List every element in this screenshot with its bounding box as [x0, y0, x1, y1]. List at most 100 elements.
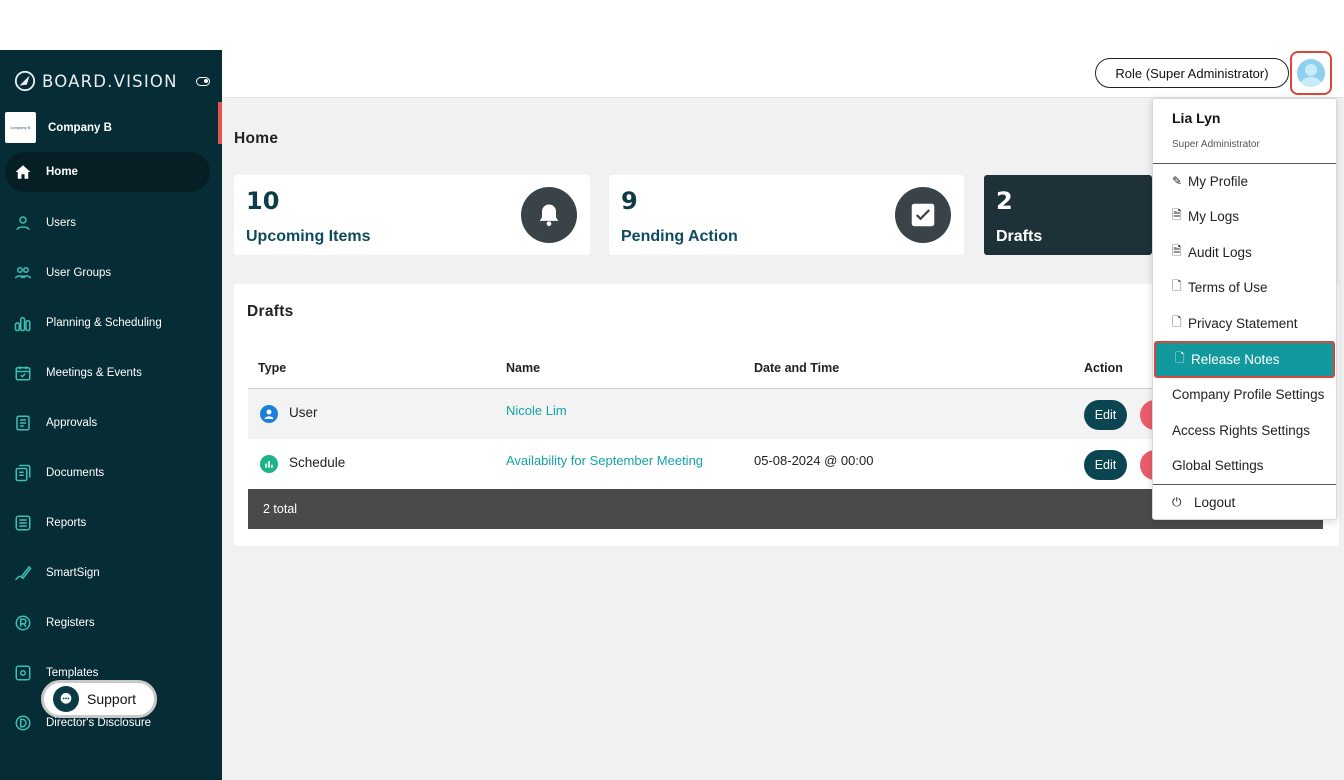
column-header-name[interactable]: Name — [506, 361, 540, 375]
sidebar-item-label: Director's Disclosure — [46, 717, 152, 729]
stat-card-pending[interactable]: 9 Pending Action — [609, 175, 964, 255]
role-selector[interactable]: Role (Super Administrator) — [1095, 58, 1289, 88]
menu-item-privacy[interactable]: 🗋 Privacy Statement — [1153, 306, 1336, 340]
sidebar-item-label: Approvals — [46, 417, 98, 429]
sidebar-item-label: Registers — [46, 617, 95, 629]
menu-item-access-rights-settings[interactable]: Access Rights Settings — [1153, 413, 1336, 447]
board-vision-logo-icon — [14, 70, 36, 92]
sidebar-item-registers[interactable]: Registers — [0, 603, 222, 643]
menu-item-terms[interactable]: 🗋 Terms of Use — [1153, 270, 1336, 304]
row-type: Schedule — [289, 455, 346, 470]
menu-item-label: Global Settings — [1172, 457, 1264, 473]
support-label: Support — [87, 691, 137, 707]
sidebar-item-label: SmartSign — [46, 567, 100, 579]
sidebar-item-users[interactable]: Users — [0, 203, 222, 243]
page-title: Home — [234, 130, 279, 147]
company-switcher[interactable]: company B Company B — [5, 112, 112, 143]
stat-card-drafts[interactable]: 2 Drafts — [984, 175, 1152, 255]
menu-item-my-logs[interactable]: 🗎 My Logs — [1153, 199, 1336, 233]
sidebar-item-label: Templates — [46, 667, 99, 679]
sidebar-item-label: Users — [46, 217, 77, 229]
power-icon: ⏻ — [1172, 494, 1182, 509]
menu-item-audit-logs[interactable]: 🗎 Audit Logs — [1153, 235, 1336, 269]
checkbox-icon — [895, 187, 951, 243]
doc-icon: 🗋 — [1172, 314, 1182, 329]
menu-item-label: My Logs — [1188, 208, 1240, 224]
doc-icon: 🗋 — [1175, 351, 1185, 365]
sidebar-item-planning[interactable]: Planning & Scheduling — [0, 303, 222, 343]
row-type: User — [289, 405, 318, 420]
sidebar-item-label: Planning & Scheduling — [46, 317, 162, 329]
sidebar-item-meetings[interactable]: Meetings & Events — [0, 353, 222, 393]
brand[interactable]: BOARD.VISION — [14, 70, 178, 92]
profile-dropdown-menu: Lia Lyn Super Administrator ✎ My Profile… — [1152, 98, 1337, 520]
sidebar-item-label: User Groups — [46, 267, 112, 279]
pen-icon — [14, 564, 32, 582]
menu-item-label: Release Notes — [1191, 352, 1280, 367]
column-header-type[interactable]: Type — [258, 361, 286, 375]
menu-item-label: Terms of Use — [1188, 279, 1268, 295]
profile-name: Lia Lyn — [1172, 110, 1221, 126]
profile-role: Super Administrator — [1172, 139, 1260, 150]
menu-item-label: Company Profile Settings — [1172, 386, 1325, 402]
menu-item-label: Privacy Statement — [1188, 315, 1298, 331]
stat-label: Pending Action — [621, 228, 738, 245]
sidebar-item-label: Documents — [46, 467, 105, 479]
menu-item-my-profile[interactable]: ✎ My Profile — [1153, 164, 1336, 198]
sidebar-item-reports[interactable]: Reports — [0, 503, 222, 543]
home-icon — [14, 163, 32, 181]
column-header-date[interactable]: Date and Time — [754, 361, 839, 375]
sidebar-item-smartsign[interactable]: SmartSign — [0, 553, 222, 593]
stat-value: 9 — [621, 187, 638, 215]
approvals-icon — [14, 414, 32, 432]
reports-icon — [14, 514, 32, 532]
calendar-icon — [14, 364, 32, 382]
stat-value: 2 — [996, 187, 1013, 215]
schedule-type-icon — [260, 455, 278, 473]
sidebar-item-home[interactable]: Home — [5, 152, 210, 192]
stat-label: Upcoming Items — [246, 228, 371, 245]
documents-icon — [14, 464, 32, 482]
user-icon — [14, 214, 32, 232]
sidebar-item-label: Home — [46, 166, 78, 178]
doc-lines-icon: 🗎 — [1172, 243, 1182, 258]
menu-item-label: Access Rights Settings — [1172, 422, 1311, 438]
stat-label: Drafts — [996, 228, 1043, 245]
row-datetime: 05-08-2024 @ 00:00 — [754, 453, 874, 468]
menu-item-logout[interactable]: ⏻ Logout — [1153, 485, 1336, 519]
menu-item-global-settings[interactable]: Global Settings — [1153, 448, 1336, 482]
menu-item-label: Audit Logs — [1188, 244, 1252, 260]
company-logo: company B — [5, 112, 36, 143]
user-type-icon — [260, 405, 278, 423]
menu-item-label: Logout — [1194, 494, 1236, 510]
doc-icon: 🗋 — [1172, 278, 1182, 293]
stat-card-upcoming[interactable]: 10 Upcoming Items — [234, 175, 590, 255]
sidebar-item-user-groups[interactable]: User Groups — [0, 253, 222, 293]
brand-name: BOARD.VISION — [42, 71, 178, 91]
stat-value: 10 — [246, 187, 280, 215]
menu-item-company-profile-settings[interactable]: Company Profile Settings — [1153, 377, 1336, 411]
disclosure-icon — [14, 714, 32, 732]
edit-button[interactable]: Edit — [1084, 450, 1127, 480]
chat-icon — [53, 686, 79, 712]
sidebar-item-label: Reports — [46, 517, 87, 529]
bar-chart-icon — [14, 314, 32, 332]
menu-item-release-notes[interactable]: 🗋 Release Notes — [1154, 341, 1335, 378]
support-button[interactable]: Support — [41, 680, 157, 718]
row-name-link[interactable]: Nicole Lim — [506, 403, 567, 418]
avatar — [1297, 59, 1325, 87]
column-header-action: Action — [1084, 361, 1123, 375]
sidebar-item-documents[interactable]: Documents — [0, 453, 222, 493]
bell-icon — [521, 187, 577, 243]
profile-menu-trigger[interactable] — [1290, 51, 1332, 95]
row-name-link[interactable]: Availability for September Meeting — [506, 453, 703, 468]
doc-lines-icon: 🗎 — [1172, 207, 1182, 222]
templates-icon — [14, 664, 32, 682]
edit-button[interactable]: Edit — [1084, 400, 1127, 430]
sidebar-item-label: Meetings & Events — [46, 367, 142, 379]
company-name: Company B — [48, 121, 112, 134]
sidebar-item-approvals[interactable]: Approvals — [0, 403, 222, 443]
menu-item-label: My Profile — [1188, 173, 1249, 189]
sidebar-toggle-icon[interactable] — [196, 77, 210, 86]
user-groups-icon — [14, 264, 32, 282]
